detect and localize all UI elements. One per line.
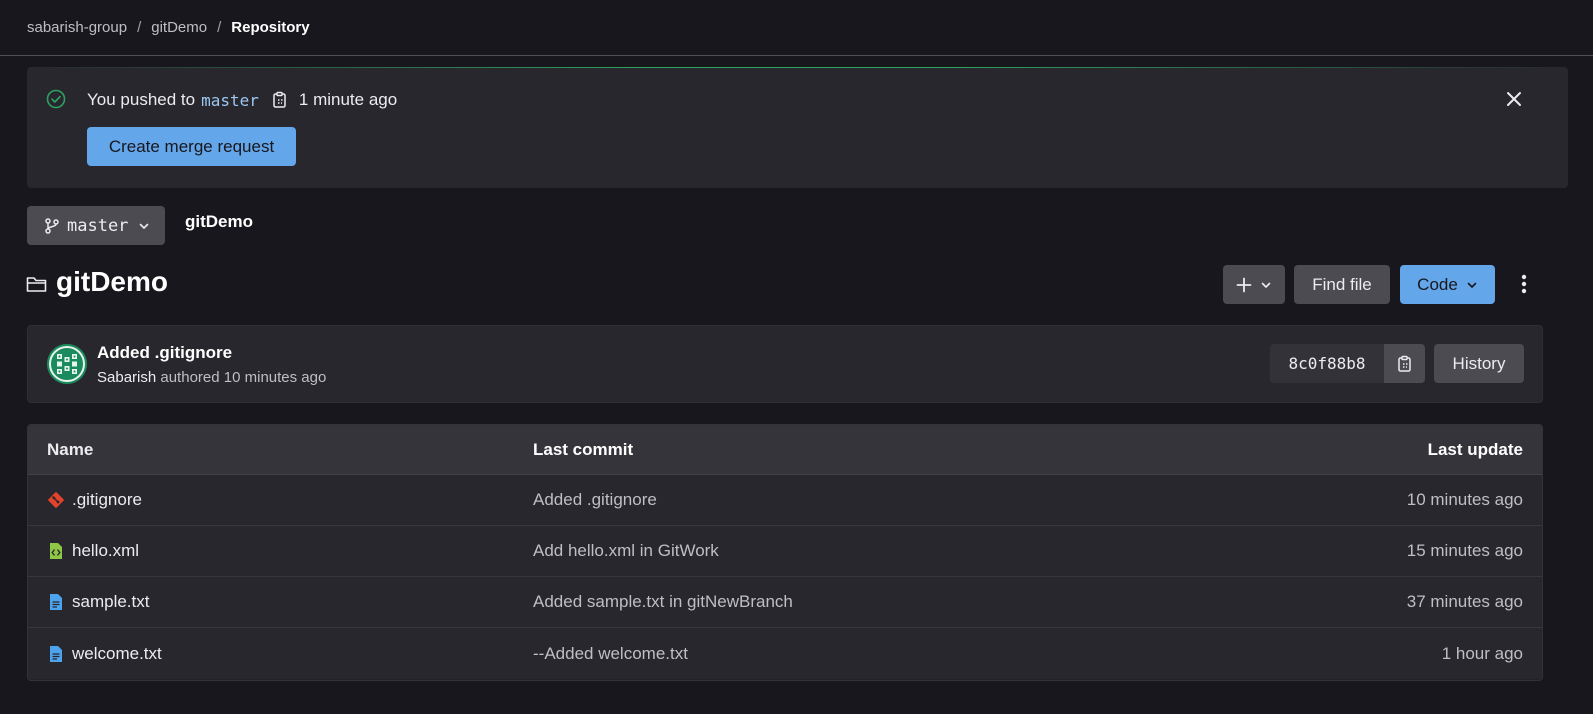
breadcrumb-group-link[interactable]: sabarish-group: [27, 19, 127, 36]
breadcrumb: sabarish-group / gitDemo / Repository: [0, 0, 1593, 56]
branch-icon: [45, 217, 59, 234]
table-row[interactable]: sample.txt Added sample.txt in gitNewBra…: [28, 577, 1542, 628]
find-file-button[interactable]: Find file: [1294, 265, 1390, 304]
copy-branch-icon[interactable]: [271, 91, 289, 109]
code-button-label: Code: [1417, 274, 1458, 294]
chevron-down-icon: [1467, 282, 1477, 288]
file-link[interactable]: .gitignore: [72, 490, 142, 510]
file-last-update: 10 minutes ago: [1406, 490, 1523, 509]
file-last-commit-link[interactable]: --Added welcome.txt: [533, 644, 1153, 664]
text-file-icon: [50, 594, 62, 610]
table-row[interactable]: welcome.txt --Added welcome.txt 1 hour a…: [28, 628, 1542, 679]
table-header: Name Last commit Last update: [28, 425, 1542, 475]
file-link[interactable]: hello.xml: [72, 541, 139, 561]
alert-accent-line: [27, 67, 1568, 68]
column-header-last-update: Last update: [1427, 439, 1523, 459]
branch-selector[interactable]: master: [27, 206, 165, 245]
commit-sha[interactable]: 8c0f88b8: [1270, 344, 1385, 383]
history-button[interactable]: History: [1434, 344, 1524, 383]
text-file-icon: [50, 645, 62, 662]
file-link[interactable]: sample.txt: [72, 592, 149, 612]
file-name-cell: .gitignore: [28, 490, 533, 510]
commit-author-link[interactable]: Sabarish: [97, 369, 156, 386]
table-row[interactable]: hello.xml Add hello.xml in GitWork 15 mi…: [28, 526, 1542, 577]
breadcrumb-separator: /: [137, 19, 142, 36]
avatar[interactable]: [47, 344, 87, 384]
file-table: Name Last commit Last update .gitignore …: [27, 424, 1543, 681]
pushed-branch-link[interactable]: master: [201, 91, 259, 110]
more-actions-icon[interactable]: [1516, 273, 1532, 295]
copy-sha-button[interactable]: [1385, 344, 1425, 383]
code-dropdown-button[interactable]: Code: [1400, 265, 1495, 304]
breadcrumb-project-link[interactable]: gitDemo: [151, 19, 207, 36]
commit-title-link[interactable]: Added .gitignore: [97, 343, 232, 363]
xml-file-icon: [50, 543, 62, 559]
push-alert: You pushed to master 1 minute ago Create…: [27, 67, 1568, 188]
file-last-update: 1 hour ago: [1441, 643, 1523, 663]
file-last-commit-link[interactable]: Add hello.xml in GitWork: [533, 541, 1153, 561]
file-last-update: 37 minutes ago: [1406, 592, 1523, 611]
copy-icon: [1398, 355, 1411, 372]
file-link[interactable]: welcome.txt: [72, 644, 162, 664]
create-merge-request-button[interactable]: Create merge request: [87, 127, 296, 166]
commit-sha-group: 8c0f88b8: [1270, 344, 1425, 383]
folder-icon: [26, 277, 47, 292]
repository-path-link[interactable]: gitDemo: [185, 212, 253, 232]
table-row[interactable]: .gitignore Added .gitignore 10 minutes a…: [28, 475, 1542, 526]
plus-icon: [1236, 277, 1252, 292]
last-commit-panel: Added .gitignore Sabarish authored 10 mi…: [27, 325, 1543, 403]
push-message: You pushed to master 1 minute ago: [87, 89, 397, 111]
file-last-commit-link[interactable]: Added sample.txt in gitNewBranch: [533, 592, 1153, 612]
file-last-commit-link[interactable]: Added .gitignore: [533, 490, 1153, 510]
page-title: gitDemo: [56, 266, 168, 297]
chevron-down-icon: [140, 223, 149, 229]
close-icon[interactable]: [1505, 90, 1523, 108]
commit-authored-time: authored 10 minutes ago: [160, 369, 327, 386]
add-dropdown-button[interactable]: [1223, 265, 1285, 304]
push-message-text: You pushed to: [87, 90, 196, 109]
file-name-cell: hello.xml: [28, 541, 533, 561]
chevron-down-icon: [1261, 282, 1271, 288]
file-name-cell: welcome.txt: [28, 644, 533, 664]
identicon-icon: [47, 344, 87, 384]
check-circle-icon: [46, 89, 66, 109]
commit-meta: Sabarish authored 10 minutes ago: [97, 369, 326, 386]
push-time: 1 minute ago: [298, 90, 398, 109]
breadcrumb-separator: /: [217, 19, 222, 36]
branch-selector-value: master: [67, 215, 129, 236]
column-header-last-commit: Last commit: [533, 439, 634, 459]
git-file-icon: [47, 491, 65, 509]
file-name-cell: sample.txt: [28, 592, 533, 612]
file-last-update: 15 minutes ago: [1406, 541, 1523, 560]
breadcrumb-current[interactable]: Repository: [231, 19, 309, 36]
column-header-name: Name: [47, 439, 94, 459]
